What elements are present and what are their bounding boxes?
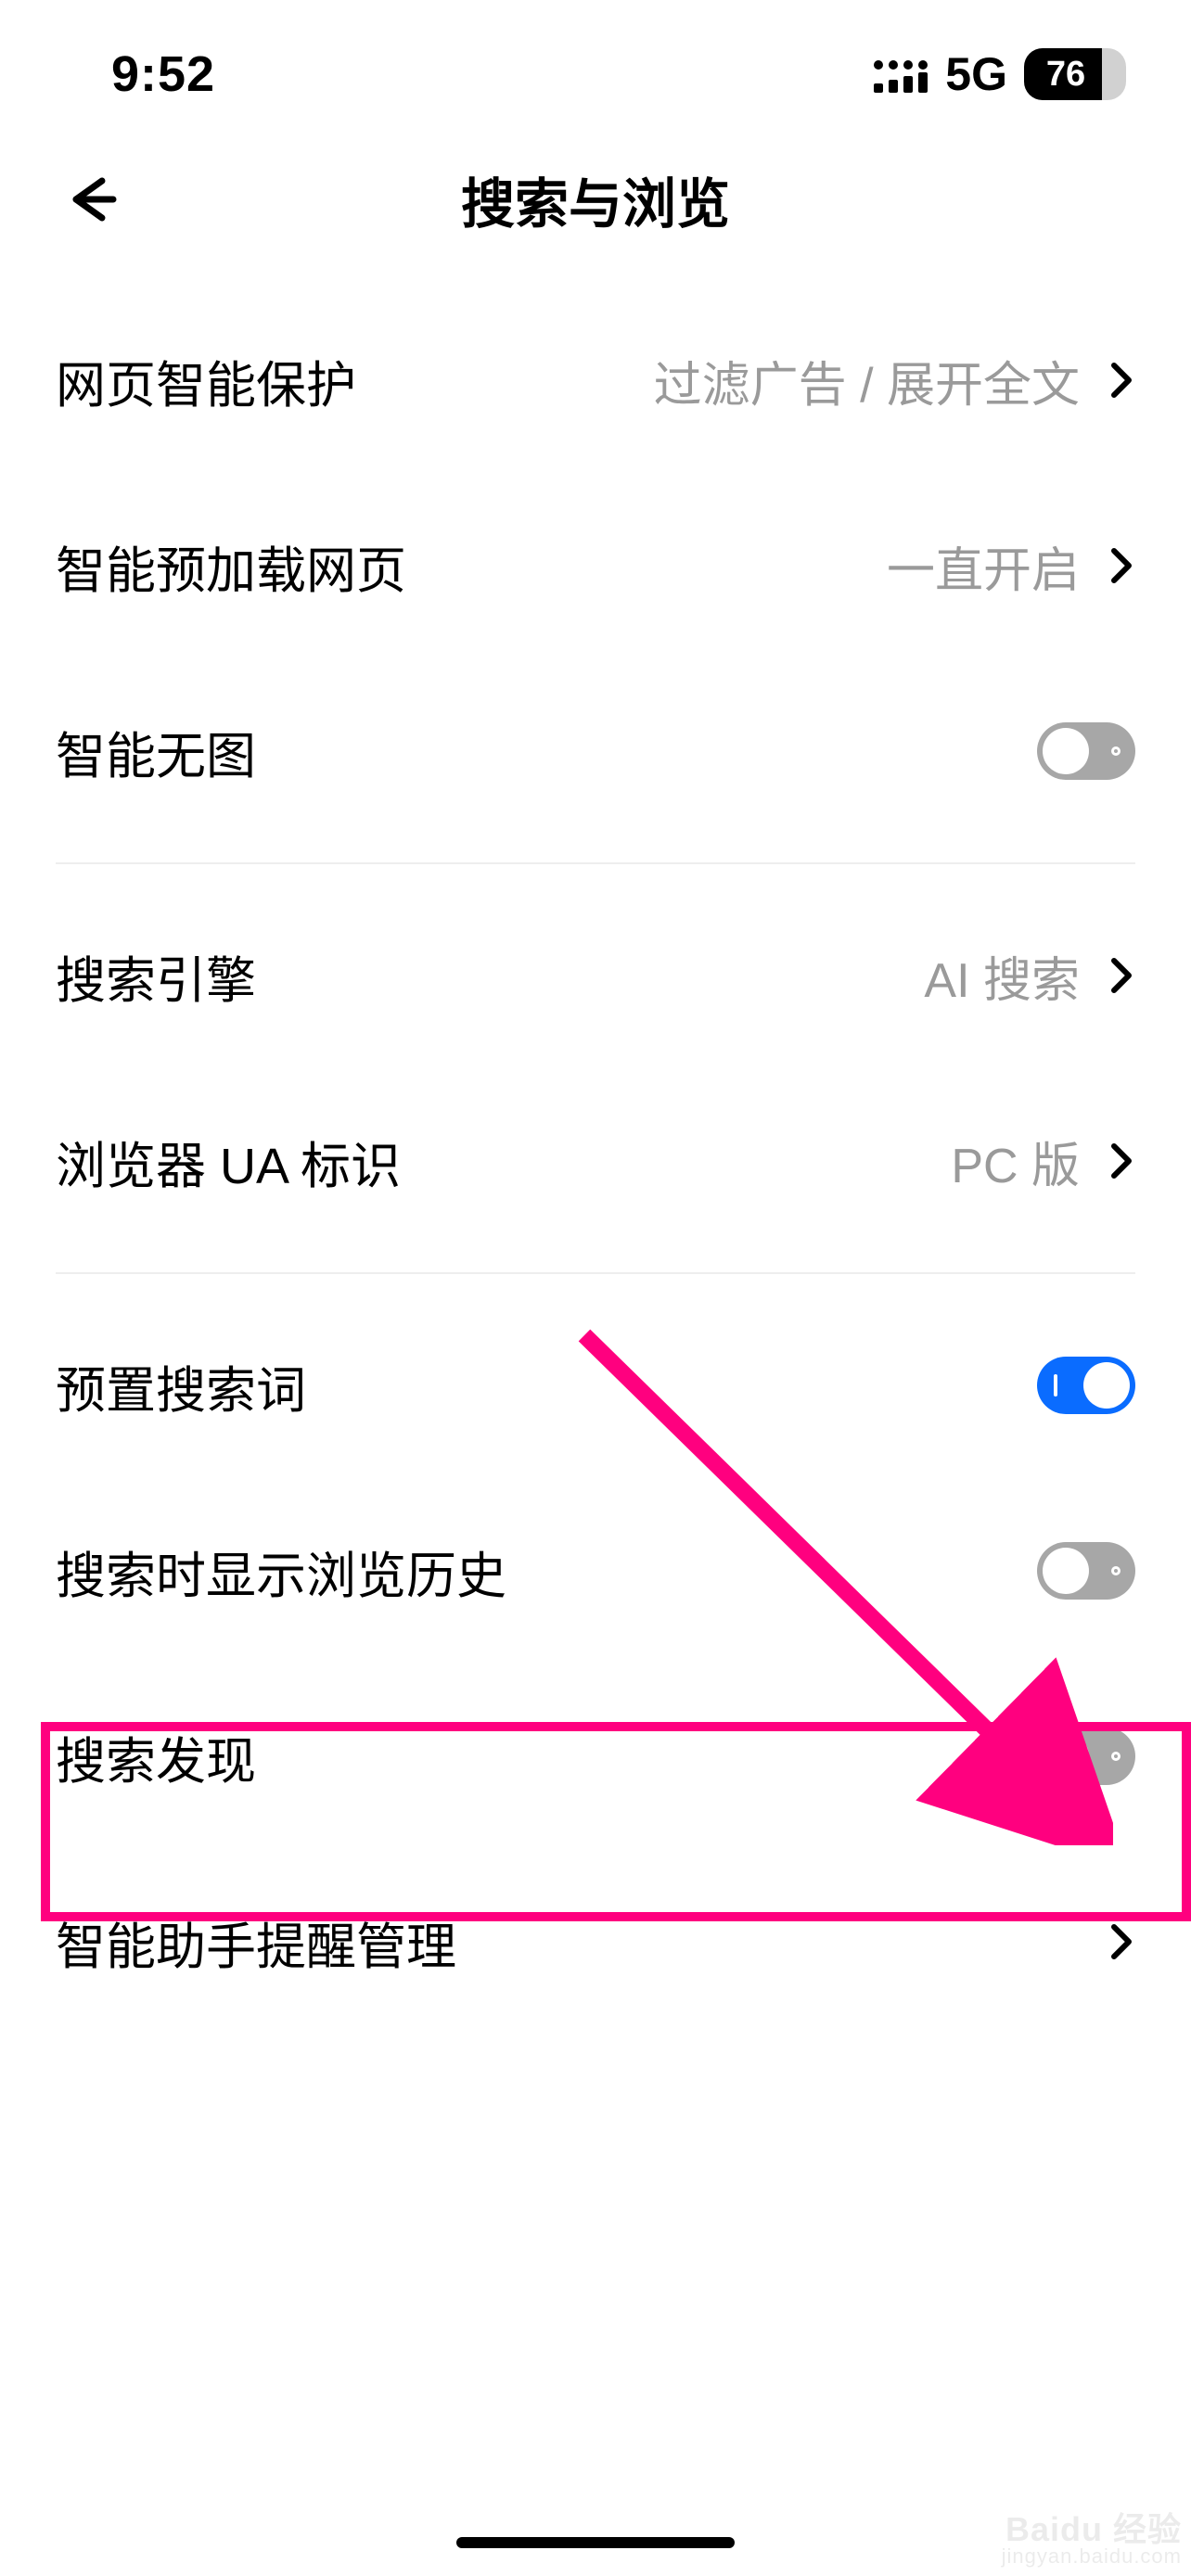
row-smart-assistant-reminder[interactable]: 智能助手提醒管理 <box>56 1849 1135 2034</box>
row-show-history-on-search[interactable]: 搜索时显示浏览历史 <box>56 1478 1135 1664</box>
chevron-right-icon <box>1108 542 1135 589</box>
chevron-right-icon <box>1108 357 1135 403</box>
signal-icon <box>873 56 928 93</box>
row-value: 过滤广告 / 展开全文 <box>654 346 1080 415</box>
settings-list: 网页智能保护 过滤广告 / 展开全文 智能预加载网页 一直开启 智能无图 <box>0 269 1191 2053</box>
section-browsing: 网页智能保护 过滤广告 / 展开全文 智能预加载网页 一直开启 智能无图 <box>56 269 1135 864</box>
row-web-smart-protect[interactable]: 网页智能保护 过滤广告 / 展开全文 <box>56 287 1135 473</box>
page-title: 搜索与浏览 <box>461 160 730 238</box>
back-button[interactable] <box>56 162 130 236</box>
watermark-main: Baidu 经验 <box>1005 2510 1182 2548</box>
chevron-right-icon <box>1108 1138 1135 1184</box>
row-search-discover[interactable]: 搜索发现 <box>56 1664 1135 1849</box>
arrow-left-icon <box>65 172 121 227</box>
row-search-engine[interactable]: 搜索引擎 AI 搜索 <box>56 883 1135 1068</box>
row-browser-ua[interactable]: 浏览器 UA 标识 PC 版 <box>56 1068 1135 1254</box>
row-value: 一直开启 <box>887 531 1080 601</box>
chevron-right-icon <box>1108 952 1135 999</box>
header: 搜索与浏览 <box>0 130 1191 269</box>
section-search-settings: 预置搜索词 搜索时显示浏览历史 搜索发现 <box>56 1274 1135 2053</box>
row-label: 智能助手提醒管理 <box>56 1906 456 1979</box>
toggle-preset-search-terms[interactable] <box>1037 1357 1135 1414</box>
network-label: 5G <box>945 47 1007 101</box>
battery-percent: 76 <box>1015 48 1117 100</box>
row-label: 网页智能保护 <box>56 344 356 417</box>
chevron-right-icon <box>1108 1919 1135 1965</box>
row-label: 搜索引擎 <box>56 939 256 1013</box>
row-label: 搜索时显示浏览历史 <box>56 1535 506 1608</box>
status-time: 9:52 <box>111 45 215 103</box>
row-label: 浏览器 UA 标识 <box>56 1125 401 1198</box>
row-label: 搜索发现 <box>56 1720 256 1793</box>
toggle-smart-no-image[interactable] <box>1037 722 1135 780</box>
toggle-search-discover[interactable] <box>1037 1728 1135 1785</box>
row-label: 预置搜索词 <box>56 1349 306 1422</box>
row-smart-preload[interactable]: 智能预加载网页 一直开启 <box>56 473 1135 658</box>
battery-icon: 76 <box>1024 48 1126 100</box>
row-smart-no-image[interactable]: 智能无图 <box>56 658 1135 844</box>
row-value: PC 版 <box>951 1127 1080 1196</box>
row-value: AI 搜索 <box>924 941 1080 1011</box>
toggle-show-history-on-search[interactable] <box>1037 1542 1135 1600</box>
home-indicator <box>456 2537 735 2548</box>
watermark: Baidu 经验 jingyan.baidu.com <box>1002 2513 1182 2567</box>
row-label: 智能预加载网页 <box>56 529 406 603</box>
section-engine: 搜索引擎 AI 搜索 浏览器 UA 标识 PC 版 <box>56 864 1135 1274</box>
status-right: 5G 76 <box>873 47 1126 101</box>
watermark-sub: jingyan.baidu.com <box>1002 2546 1182 2567</box>
row-label: 智能无图 <box>56 715 256 788</box>
row-preset-search-terms[interactable]: 预置搜索词 <box>56 1293 1135 1478</box>
status-bar: 9:52 5G 76 <box>0 0 1191 130</box>
